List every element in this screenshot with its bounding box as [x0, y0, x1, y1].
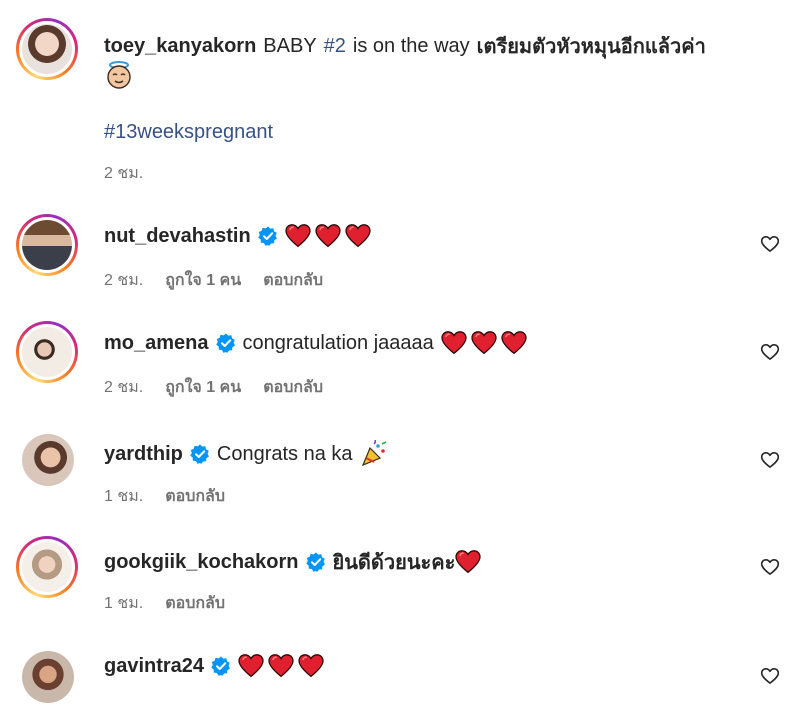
- reply-button[interactable]: ตอบกลับ: [165, 484, 225, 509]
- reply-button[interactable]: ตอบกลับ: [263, 375, 323, 400]
- comment-3-meta: 1 ชม. ตอบกลับ: [104, 484, 225, 509]
- party-popper-icon: [361, 440, 386, 467]
- caption-text-thai: เตรียมตัวหัวหมุนอีกแล้วค่า: [476, 36, 706, 58]
- red-heart-icon: [298, 654, 324, 678]
- avatar[interactable]: [22, 651, 74, 703]
- red-heart-icon: [501, 331, 527, 355]
- red-heart-icon: [238, 654, 264, 678]
- comment-username[interactable]: mo_amena: [104, 332, 209, 355]
- comment-time: 1 ชม.: [104, 595, 144, 612]
- caption-text-pre: BABY: [263, 34, 317, 57]
- caption-avatar-inner: [19, 21, 75, 77]
- comment-time: 2 ชม.: [104, 272, 144, 289]
- comment-3-line: yardthip Congrats na ka: [104, 440, 395, 468]
- like-heart-icon[interactable]: [760, 450, 780, 470]
- comment-4-line: gookgiik_kochakorn ยินดีด้วยนะคะ: [104, 546, 488, 578]
- comment-text: Congrats na ka: [216, 442, 353, 465]
- comment-1-meta: 2 ชม. ถูกใจ 1 คน ตอบกลับ: [104, 268, 323, 293]
- caption-meta: 2 ชม.: [104, 161, 143, 186]
- comment-time: 1 ชม.: [104, 488, 144, 505]
- comment-text: congratulation jaaaaa: [242, 331, 434, 354]
- comment-2-avatar-inner: [19, 324, 75, 380]
- comment-username[interactable]: gookgiik_kochakorn: [104, 551, 299, 574]
- comment-2-avatar-ring[interactable]: [16, 321, 78, 383]
- red-heart-icon: [345, 224, 371, 248]
- comment-2-line: mo_amena congratulation jaaaaa: [104, 331, 534, 355]
- avatar: [22, 220, 72, 270]
- caption-hashtag[interactable]: #13weekspregnant: [104, 121, 273, 144]
- caption-hashtag-num[interactable]: #2: [324, 35, 346, 58]
- verified-badge-icon: [258, 226, 278, 246]
- comment-4-avatar-ring[interactable]: [16, 536, 78, 598]
- comment-time: 2 ชม.: [104, 379, 144, 396]
- emoji-group: [441, 331, 527, 355]
- avatar: [22, 24, 72, 74]
- red-heart-icon: [268, 654, 294, 678]
- reply-button[interactable]: ตอบกลับ: [263, 268, 323, 293]
- red-heart-icon: [455, 550, 481, 574]
- comment-likes-count[interactable]: ถูกใจ 1 คน: [165, 268, 241, 293]
- comment-4-avatar-inner: [19, 539, 75, 595]
- like-heart-icon[interactable]: [760, 234, 780, 254]
- like-heart-icon[interactable]: [760, 342, 780, 362]
- verified-badge-icon: [216, 333, 236, 353]
- comment-username[interactable]: gavintra24: [104, 655, 204, 678]
- avatar[interactable]: [22, 434, 74, 486]
- caption-text-mid: is on the way: [352, 34, 470, 57]
- comment-2-meta: 2 ชม. ถูกใจ 1 คน ตอบกลับ: [104, 375, 323, 400]
- verified-badge-icon: [306, 552, 326, 572]
- avatar: [22, 327, 72, 377]
- red-heart-icon: [285, 224, 311, 248]
- caption-line-1: toey_kanyakorn BABY #2 is on the way เตร…: [104, 30, 713, 62]
- comment-1-line: nut_devahastin: [104, 224, 378, 248]
- angel-face-icon: [104, 60, 134, 90]
- comment-username[interactable]: nut_devahastin: [104, 225, 251, 248]
- emoji-group: [238, 654, 324, 678]
- verified-badge-icon: [190, 444, 210, 464]
- like-heart-icon[interactable]: [760, 557, 780, 577]
- comment-1-avatar-inner: [19, 217, 75, 273]
- like-heart-icon[interactable]: [760, 666, 780, 686]
- verified-badge-icon: [211, 656, 231, 676]
- caption-time: 2 ชม.: [104, 165, 144, 182]
- caption-username[interactable]: toey_kanyakorn: [104, 35, 256, 58]
- comment-1-avatar-ring[interactable]: [16, 214, 78, 276]
- red-heart-icon: [441, 331, 467, 355]
- comment-4-meta: 1 ชม. ตอบกลับ: [104, 591, 225, 616]
- comment-username[interactable]: yardthip: [104, 443, 183, 466]
- caption-avatar-ring[interactable]: [16, 18, 78, 80]
- comment-5-line: gavintra24: [104, 654, 331, 678]
- avatar: [22, 542, 72, 592]
- red-heart-icon: [315, 224, 341, 248]
- reply-button[interactable]: ตอบกลับ: [165, 591, 225, 616]
- comment-likes-count[interactable]: ถูกใจ 1 คน: [165, 375, 241, 400]
- comment-text: ยินดีด้วยนะคะ: [332, 552, 456, 574]
- emoji-group: [285, 224, 371, 248]
- caption-hashtag-line: #13weekspregnant: [104, 121, 280, 144]
- red-heart-icon: [471, 331, 497, 355]
